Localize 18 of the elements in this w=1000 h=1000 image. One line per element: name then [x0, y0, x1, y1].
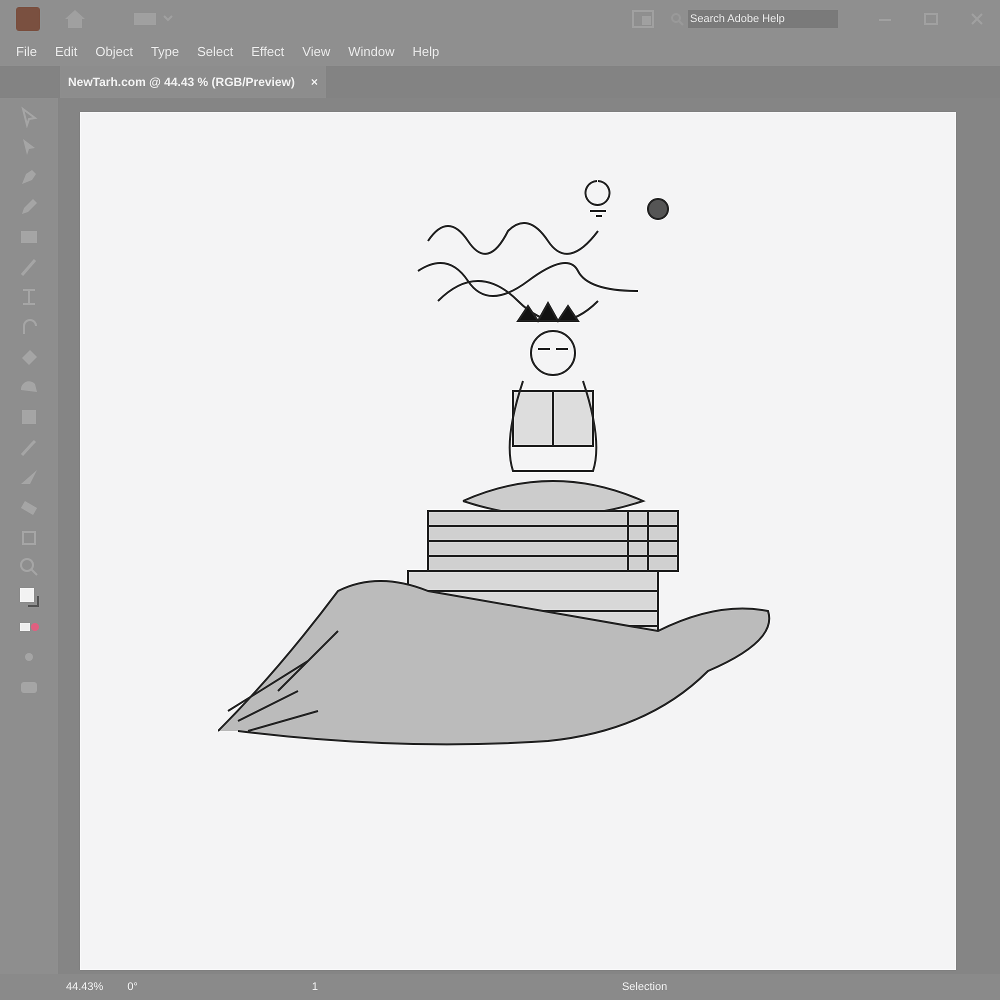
app-logo-icon — [16, 7, 40, 31]
zoom-level[interactable]: 44.43% — [66, 978, 104, 996]
menu-item[interactable]: Edit — [54, 42, 78, 62]
zoom-icon[interactable] — [18, 556, 40, 578]
fill-stroke-icon[interactable] — [18, 586, 40, 608]
document-tab[interactable]: NewTarh.com @ 44.43 % (RGB/Preview) × — [60, 66, 326, 98]
menu-item[interactable]: Type — [150, 42, 180, 62]
search-field[interactable]: Search Adobe Help — [688, 10, 838, 28]
menu-item[interactable]: Help — [412, 42, 440, 62]
artboard-number[interactable]: 1 — [312, 978, 318, 996]
menu-item[interactable]: Effect — [251, 42, 284, 62]
menu-item[interactable]: View — [302, 42, 330, 62]
menu-item[interactable]: Window — [348, 42, 394, 62]
menu-item[interactable]: Select — [197, 42, 234, 62]
menu-item[interactable]: File — [16, 42, 37, 62]
rotation-angle[interactable]: 0° — [127, 978, 138, 996]
current-tool: Selection — [622, 980, 668, 995]
menu-item[interactable]: Object — [95, 42, 133, 62]
